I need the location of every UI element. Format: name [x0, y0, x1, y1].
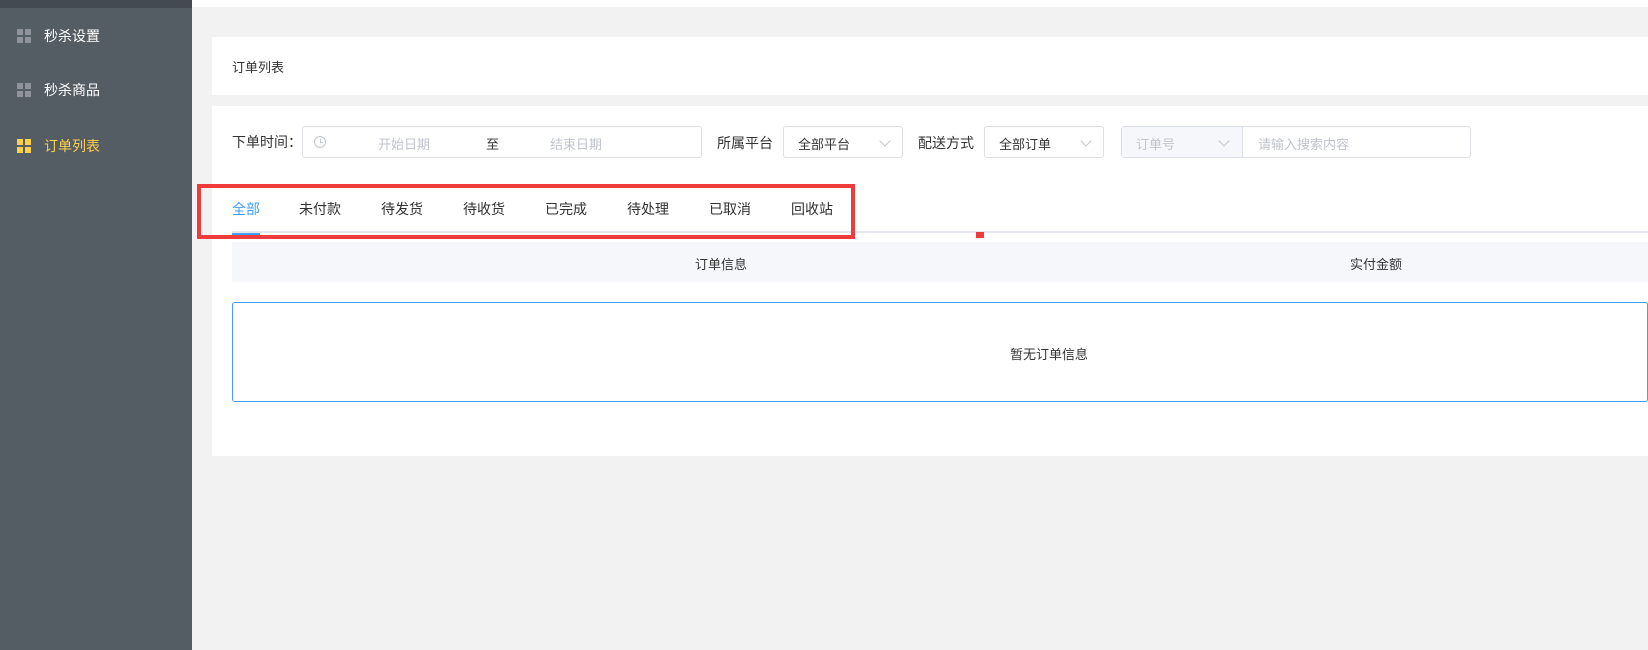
top-strip [192, 0, 1648, 7]
order-time-label: 下单时间： [232, 135, 302, 151]
annotation-marker [976, 232, 984, 238]
delivery-select-value: 全部订单 [999, 138, 1052, 153]
sidebar-item-label: 秒杀设置 [44, 29, 100, 45]
sidebar: 秒杀设置 秒杀商品 订单列表 [0, 0, 192, 650]
grid-icon [17, 139, 31, 153]
start-date-input[interactable]: 开始日期 [378, 134, 430, 153]
column-paid-amount: 实付金额 [1350, 258, 1403, 273]
range-separator: 至 [486, 138, 500, 153]
sidebar-item-seckill-settings[interactable]: 秒杀设置 [0, 8, 192, 64]
grid-icon [17, 29, 31, 43]
end-date-input[interactable]: 结束日期 [550, 134, 602, 153]
platform-select-value: 全部平台 [798, 138, 851, 153]
page-header: 订单列表 [212, 37, 1648, 95]
date-range-picker[interactable]: 开始日期 至 结束日期 [302, 126, 702, 158]
empty-state-text: 暂无订单信息 [1010, 348, 1089, 363]
chevron-down-icon [1080, 135, 1092, 147]
search-group: 订单号 请输入搜索内容 [1121, 126, 1471, 158]
sidebar-topbar [0, 0, 192, 8]
highlight-annotation [197, 184, 855, 239]
delivery-label: 配送方式 [918, 136, 974, 152]
order-panel: 下单时间： 开始日期 至 结束日期 所属平台 全部平台 配送方式 全部订单 订单… [212, 106, 1648, 456]
delivery-select[interactable]: 全部订单 [984, 126, 1104, 158]
chevron-down-icon [1218, 135, 1230, 147]
platform-label: 所属平台 [717, 136, 773, 152]
empty-state: 暂无订单信息 [232, 302, 1648, 402]
grid-icon [17, 83, 31, 97]
sidebar-item-label: 秒杀商品 [44, 83, 100, 99]
table-header: 订单信息 实付金额 [232, 242, 1648, 282]
sidebar-item-label: 订单列表 [44, 139, 100, 155]
column-order-info: 订单信息 [695, 258, 748, 273]
page-title: 订单列表 [232, 61, 285, 76]
sidebar-item-order-list[interactable]: 订单列表 [0, 118, 192, 174]
search-input[interactable]: 请输入搜索内容 [1258, 134, 1349, 153]
clock-icon [314, 136, 326, 148]
search-field-select[interactable]: 订单号 [1122, 127, 1243, 157]
sidebar-item-seckill-products[interactable]: 秒杀商品 [0, 62, 192, 118]
search-field-value: 订单号 [1136, 138, 1176, 153]
chevron-down-icon [879, 135, 891, 147]
platform-select[interactable]: 全部平台 [783, 126, 903, 158]
